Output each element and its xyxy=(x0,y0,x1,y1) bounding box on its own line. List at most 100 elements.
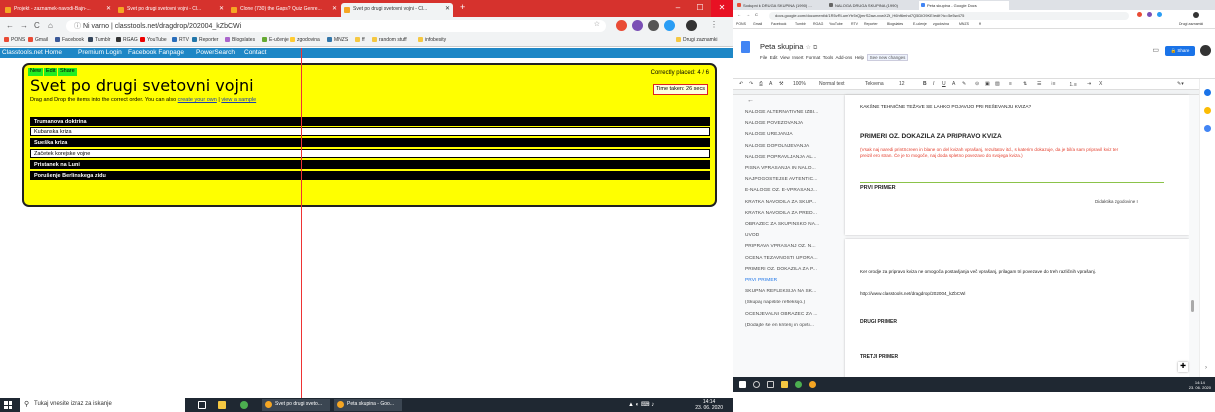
outline-item[interactable]: PRVI PRIMER xyxy=(745,278,840,283)
bookmark[interactable]: RGAG xyxy=(813,22,823,26)
account-avatar[interactable] xyxy=(1200,45,1211,56)
share-button[interactable]: 🔒 Share xyxy=(1165,46,1195,56)
home-icon[interactable]: ⌂ xyxy=(48,21,53,30)
task-view-icon[interactable] xyxy=(198,401,206,409)
drag-item[interactable]: Pristanek na Luni xyxy=(30,160,710,169)
link-icon[interactable]: ⊝ xyxy=(975,81,979,87)
tab-close-icon[interactable]: ✕ xyxy=(106,5,111,12)
font-size-select[interactable]: 12 xyxy=(899,81,905,87)
clear-format-icon[interactable]: X xyxy=(1099,81,1102,87)
close-window-icon[interactable]: ✕ xyxy=(711,0,733,17)
chrome-icon[interactable] xyxy=(795,381,802,388)
browser-tab[interactable]: Sodupni k DRUGA SKUPINA (1990) ... xyxy=(735,1,825,10)
file-explorer-icon[interactable] xyxy=(218,401,226,409)
outline-item[interactable]: E-NALOGE OZ. E-VPRAŠANJ... xyxy=(745,188,840,193)
checklist-icon[interactable]: ☰ xyxy=(1037,81,1041,87)
drag-item[interactable]: Začetek korejske vojne xyxy=(30,149,710,158)
bookmark[interactable]: Facebook xyxy=(55,37,84,43)
bookmark[interactable]: zgodovina xyxy=(933,22,949,26)
tab-close-icon[interactable]: ✕ xyxy=(219,5,224,12)
bookmark[interactable]: Tumblr xyxy=(88,37,110,43)
menu-view[interactable]: View xyxy=(780,55,790,60)
bookmark[interactable]: Blogslates xyxy=(225,37,255,43)
nav-link[interactable]: PowerSearch xyxy=(196,49,235,56)
taskbar-app[interactable]: Svet po drugi sveto... xyxy=(262,399,330,411)
print-icon[interactable]: ⎙ xyxy=(759,81,763,87)
search-icon[interactable] xyxy=(753,381,760,388)
reload-icon[interactable]: C xyxy=(34,21,40,30)
side-expand-icon[interactable]: › xyxy=(1205,365,1207,371)
bookmark[interactable]: RGAG xyxy=(116,37,138,43)
extension-icon[interactable] xyxy=(648,20,659,31)
bookmark[interactable]: zgodovina xyxy=(290,37,320,43)
bookmark[interactable]: Reporter xyxy=(192,37,218,43)
doc-page-2[interactable]: Ker orodje za pripravo kviza ne omogoča … xyxy=(845,239,1189,385)
bookmark[interactable]: Reporter xyxy=(864,22,878,26)
outline-item[interactable]: NALOGE POPRAVLJANJA AL... xyxy=(745,155,840,160)
nav-link[interactable]: Contact xyxy=(244,49,266,56)
redo-icon[interactable]: ↷ xyxy=(749,81,753,87)
underline-icon[interactable]: U xyxy=(942,81,946,87)
profile-avatar[interactable] xyxy=(1193,12,1199,18)
profile-avatar[interactable] xyxy=(686,20,697,31)
drag-item[interactable]: Trumanova doktrina xyxy=(30,117,710,126)
address-input[interactable]: docs.google.com/document/d/1R5vRl-umYtr5… xyxy=(769,12,1129,20)
address-input[interactable]: ⓘ Ni varno | classtools.net/dragdrop/202… xyxy=(66,20,606,32)
tab-close-icon[interactable]: ✕ xyxy=(332,5,337,12)
align-icon[interactable]: ≡ xyxy=(1009,81,1012,87)
extension-icon[interactable] xyxy=(1137,12,1142,17)
browser-tab[interactable]: Svet po drugi svetovni vojni - Cl... ✕ xyxy=(115,3,227,17)
line-spacing-icon[interactable]: ⇅ xyxy=(1023,81,1027,87)
nav-link[interactable]: Premium Login xyxy=(78,49,122,56)
outline-item[interactable]: NALOGE DOPOLNJEVANJA xyxy=(745,144,840,149)
scroll-thumb[interactable] xyxy=(1191,300,1194,312)
other-bookmarks[interactable]: Drugi zaznamki xyxy=(1179,22,1203,26)
menu-format[interactable]: Format xyxy=(806,55,820,60)
outline-item[interactable]: OBRAZEC ZA SKUPINSKO NA... xyxy=(745,222,840,227)
taskbar-app[interactable]: Peta skupina - Goo... xyxy=(334,399,402,411)
menu-tools[interactable]: Tools xyxy=(823,55,834,60)
bookmark[interactable]: MNZS xyxy=(959,22,969,26)
menu-file[interactable]: File xyxy=(760,55,767,60)
outline-back-icon[interactable]: ← xyxy=(747,97,754,104)
bookmark-folder[interactable]: ff xyxy=(979,22,981,26)
drag-item[interactable]: Sueška kriza xyxy=(30,138,710,147)
text-color-icon[interactable]: A xyxy=(952,81,955,87)
menu-edit[interactable]: Edit xyxy=(770,55,778,60)
outline-item[interactable]: NALOGE ALTERNATIVNE IZBI... xyxy=(745,110,840,115)
bookmark[interactable]: PONS xyxy=(736,22,746,26)
outline-item[interactable]: (Dodajte še en kriterij in opiši... xyxy=(745,323,840,328)
outline-item[interactable]: OCENJEVALNI OBRAZEC ZA ... xyxy=(745,312,840,317)
nav-link[interactable]: Classtools.net Home xyxy=(2,49,62,56)
numbered-list-icon[interactable]: ⒈≡ xyxy=(1069,81,1077,88)
mode-tab-new[interactable]: New xyxy=(28,68,44,76)
new-tab-icon[interactable]: + xyxy=(460,2,465,12)
bullet-list-icon[interactable]: ⁝≡ xyxy=(1051,81,1056,87)
outline-item[interactable]: UVOD xyxy=(745,233,840,238)
menu-insert[interactable]: Insert xyxy=(792,55,803,60)
bookmark-folder[interactable]: random stuff xyxy=(372,37,407,43)
bookmark[interactable]: YouTube xyxy=(140,37,167,43)
comment-icon[interactable]: ▣ xyxy=(985,81,990,87)
bookmark-folder[interactable]: infobesity xyxy=(418,37,446,43)
outline-item[interactable]: NALOGE POVEZOVANJA xyxy=(745,121,840,126)
menu-help[interactable]: Help xyxy=(855,55,864,60)
back-icon[interactable]: ← xyxy=(737,12,741,17)
bookmark[interactable]: Facebook xyxy=(771,22,786,26)
bookmark[interactable]: YouTube xyxy=(829,22,843,26)
outline-item[interactable]: OCENA TEŽAVNOSTI UPORA... xyxy=(745,256,840,261)
drag-item[interactable]: Kubanska kriza xyxy=(30,127,710,136)
bookmark-star-icon[interactable]: ☆ xyxy=(594,20,600,28)
doc-title[interactable]: Peta skupina ☆ ⧉ xyxy=(760,42,817,52)
move-folder-icon[interactable]: ⧉ xyxy=(813,45,817,51)
comments-icon[interactable]: ▭ xyxy=(1152,46,1159,54)
maximize-icon[interactable]: ☐ xyxy=(689,0,711,17)
bookmark[interactable]: E-učenje xyxy=(913,22,927,26)
chrome-icon[interactable] xyxy=(240,401,248,409)
minimize-icon[interactable]: – xyxy=(667,0,689,17)
see-new-changes[interactable]: See new changes xyxy=(866,54,909,61)
forward-icon[interactable]: → xyxy=(20,21,28,30)
outline-item[interactable]: NAJPOGOSTEJŠE AVTENTIČ... xyxy=(745,177,840,182)
drag-item[interactable]: Porušenje Berlinskega zidu xyxy=(30,171,710,180)
outline-item[interactable]: PISNA VPRAŠANJA IN NALO... xyxy=(745,166,840,171)
